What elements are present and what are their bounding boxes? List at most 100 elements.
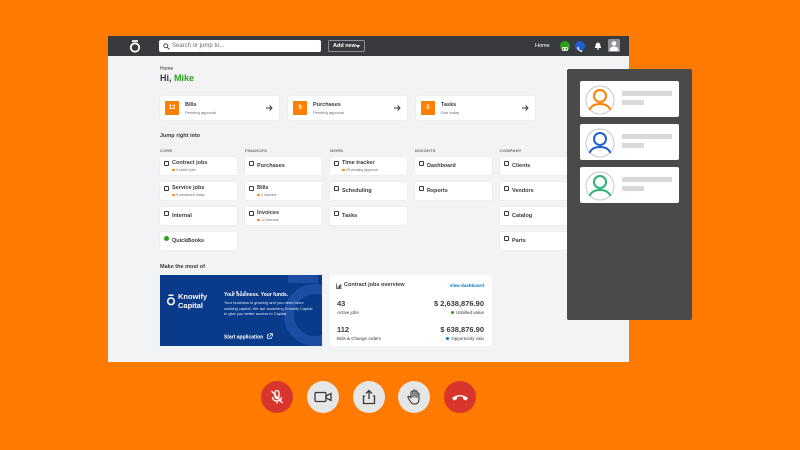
- chart-icon: [336, 283, 342, 289]
- mute-button[interactable]: [261, 381, 293, 413]
- search-icon: [163, 42, 170, 50]
- shortcut-status: 12 overdue: [257, 218, 279, 222]
- app-window: Search or jump to... Add new Home Home H…: [108, 36, 629, 362]
- shortcut-time-tracker[interactable]: Time tracker 25 pending approval: [330, 157, 407, 175]
- shortcut-bills[interactable]: Bills 3 overdue: [245, 182, 322, 200]
- shortcut-status-text: 3 overdue: [261, 193, 277, 197]
- promo-banner[interactable]: Knowify Capital Your business. Your fund…: [160, 275, 322, 346]
- knowify-logo-icon[interactable]: [128, 39, 142, 53]
- bills-icon: [249, 186, 254, 191]
- status-dot: [257, 193, 260, 197]
- status-dot: [446, 337, 450, 341]
- shortcut-dashboard[interactable]: Dashboard: [415, 157, 492, 175]
- shortcut-scheduling[interactable]: Scheduling: [330, 182, 407, 200]
- overview-title: Contract jobs overview: [344, 282, 405, 288]
- shortcut-tasks[interactable]: Tasks: [330, 207, 407, 225]
- arrow-right-icon: [266, 105, 273, 111]
- internal-icon: [164, 211, 169, 216]
- shortcut-label: Dashboard: [427, 163, 456, 169]
- phone-icon[interactable]: [575, 41, 585, 52]
- shortcut-invoices[interactable]: Invoices 12 overdue: [245, 207, 322, 225]
- breadcrumb[interactable]: Home: [160, 66, 173, 72]
- column-heading: FINANCES: [245, 148, 268, 153]
- participant-tile[interactable]: [580, 81, 679, 117]
- participant-status-placeholder: [622, 143, 644, 148]
- shortcut-purchases[interactable]: Purchases: [245, 157, 322, 175]
- mic-off-icon: [271, 389, 283, 404]
- task-subtitle: Pending approval: [313, 110, 345, 115]
- shortcut-label: Catalog: [512, 213, 533, 219]
- arrow-right-icon: [522, 105, 529, 111]
- shortcut-label: QuickBooks: [172, 238, 205, 244]
- scheduling-icon: [334, 186, 339, 191]
- time-tracker-icon: [334, 161, 339, 166]
- task-card-tasks[interactable]: 5 Tasks Due today: [416, 96, 535, 120]
- task-subtitle: Due today: [441, 110, 460, 115]
- contract-jobs-icon: [164, 161, 169, 166]
- hand-icon: [407, 389, 420, 405]
- person-icon: [585, 128, 615, 158]
- arrow-right-icon: [394, 105, 401, 111]
- column-heading: COMPANY: [500, 148, 522, 153]
- video-button[interactable]: [307, 381, 339, 413]
- participant-tile[interactable]: [580, 167, 679, 203]
- search-input[interactable]: Search or jump to...: [159, 40, 321, 52]
- shortcut-label: Clients: [512, 163, 531, 169]
- unbilled-label: Unbilled value: [450, 310, 484, 315]
- unbilled-value: $ 2,638,876.90: [433, 299, 484, 308]
- bell-icon[interactable]: [593, 41, 603, 51]
- status-dot: [257, 218, 260, 222]
- clients-icon: [504, 161, 509, 166]
- shortcut-label: Invoices: [257, 210, 280, 216]
- make-most-heading: Make the most of: [160, 264, 205, 270]
- opportunity-label: Opportunity valu: [446, 336, 484, 341]
- shortcut-label: Contract jobs: [172, 160, 208, 166]
- shortcut-contract-jobs[interactable]: Contract jobs 3 active jobs: [160, 157, 237, 175]
- purchases-icon: [249, 161, 254, 166]
- shortcut-status-text: 3 active jobs: [176, 168, 196, 172]
- column-heading: CORE: [160, 148, 173, 153]
- home-link[interactable]: Home: [535, 36, 550, 56]
- shortcut-label: Scheduling: [342, 188, 372, 194]
- column-heading: INSIGHTS: [415, 148, 436, 153]
- shortcut-quickbooks[interactable]: QuickBooks: [160, 232, 237, 250]
- quickbooks-icon[interactable]: [560, 41, 570, 52]
- shortcut-clients[interactable]: Clients: [500, 157, 577, 175]
- status-dot: [342, 168, 345, 172]
- add-new-label: Add new: [333, 43, 356, 49]
- task-card-bills[interactable]: 12 Bills Pending approval: [160, 96, 279, 120]
- task-card-purchases[interactable]: 9 Purchases Pending approval: [288, 96, 407, 120]
- add-new-button[interactable]: Add new: [328, 40, 365, 52]
- start-application-link[interactable]: Start application: [224, 333, 273, 341]
- banner-brand: Knowify Capital: [178, 292, 208, 310]
- shortcut-internal[interactable]: Internal: [160, 207, 237, 225]
- service-jobs-icon: [164, 186, 169, 191]
- profile-avatar[interactable]: [608, 39, 620, 52]
- quickbooks-icon: [164, 236, 169, 241]
- shortcut-label: Bills: [257, 185, 269, 191]
- external-link-icon: [266, 333, 273, 339]
- status-dot: [172, 193, 175, 197]
- end-call-button[interactable]: [444, 381, 476, 413]
- active-jobs-label: Active jobs: [337, 310, 359, 315]
- knowify-capital-logo-icon: [166, 294, 176, 306]
- tasks-icon: [334, 211, 339, 216]
- shortcut-parts[interactable]: Parts: [500, 232, 577, 250]
- bids-value: 112: [337, 325, 350, 334]
- share-screen-button[interactable]: [353, 381, 385, 413]
- participant-tile[interactable]: [580, 124, 679, 160]
- shortcut-service-jobs[interactable]: Service jobs 5 scheduled today: [160, 182, 237, 200]
- opportunity-value: $ 638,876.90: [440, 325, 484, 334]
- shortcut-catalog[interactable]: Catalog: [500, 207, 577, 225]
- shortcut-vendors[interactable]: Vendors: [500, 182, 577, 200]
- share-icon: [362, 389, 376, 405]
- raise-hand-button[interactable]: [398, 381, 430, 413]
- task-count-badge: 9: [293, 101, 307, 115]
- unbilled-label-text: Unbilled value: [455, 310, 484, 315]
- shortcut-status: 3 active jobs: [172, 168, 195, 172]
- invoices-icon: [249, 211, 254, 216]
- shortcut-label: Purchases: [257, 163, 285, 169]
- person-icon: [585, 171, 615, 201]
- view-dashboard-link[interactable]: View dashboard: [450, 283, 484, 288]
- shortcut-reports[interactable]: Reports: [415, 182, 492, 200]
